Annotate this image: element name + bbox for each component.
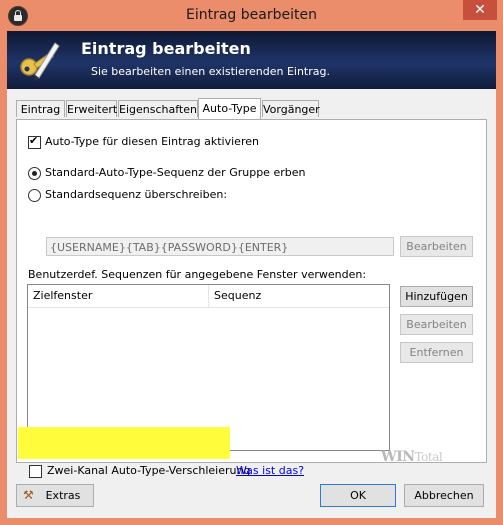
title-bar[interactable]: Eintrag bearbeiten ✕ — [0, 0, 503, 31]
override-sequence-radio[interactable] — [28, 189, 41, 202]
header-banner: Eintrag bearbeiten Sie bearbeiten einen … — [7, 31, 496, 89]
inherit-sequence-label[interactable]: Standard-Auto-Type-Sequenz der Gruppe er… — [45, 166, 305, 179]
inherit-sequence-radio[interactable] — [28, 167, 41, 180]
custom-sequences-label: Benutzerdef. Sequenzen für angegebene Fe… — [28, 268, 367, 281]
dialog-window: Eintrag bearbeiten ✕ Eintrag bearbeiten … — [0, 0, 503, 525]
tab-vorganger[interactable]: Vorgänger — [262, 100, 320, 117]
watermark-part2: Total — [414, 450, 443, 464]
tab-eintrag[interactable]: Eintrag — [16, 100, 65, 117]
override-sequence-label[interactable]: Standardsequenz überschreiben: — [45, 188, 227, 201]
window-title: Eintrag bearbeiten — [186, 7, 317, 23]
add-button[interactable]: Hinzufügen — [400, 286, 473, 307]
obfuscation-label[interactable]: Zwei-Kanal Auto-Type-Verschleierung — [47, 464, 250, 477]
edit-button[interactable]: Bearbeiten — [400, 314, 473, 335]
wintotal-watermark: WINTotal — [381, 449, 443, 465]
enable-autotype-checkbox[interactable]: ✔ — [28, 134, 41, 149]
default-sequence-field[interactable]: {USERNAME}{TAB}{PASSWORD}{ENTER} — [46, 237, 394, 256]
check-icon: ✔ — [29, 134, 39, 147]
key-pen-icon — [20, 42, 60, 81]
tab-eigenschaften[interactable]: Eigenschaften — [118, 100, 198, 117]
window-sequence-list[interactable]: Zielfenster Sequenz — [27, 284, 390, 451]
enable-autotype-label[interactable]: Auto-Type für diesen Eintrag aktivieren — [45, 135, 259, 148]
column-sequenz[interactable]: Sequenz — [209, 285, 389, 307]
cancel-button[interactable]: Abbrechen — [404, 484, 484, 507]
banner-title: Eintrag bearbeiten — [81, 39, 251, 58]
banner-subtitle: Sie bearbeiten einen existierenden Eintr… — [91, 65, 330, 78]
watermark-part1: WIN — [381, 449, 415, 465]
auto-type-panel: ✔ Auto-Type für diesen Eintrag aktiviere… — [16, 119, 487, 478]
close-button[interactable]: ✕ — [463, 0, 497, 20]
extras-button[interactable]: ⚒ Extras — [16, 484, 94, 507]
list-header: Zielfenster Sequenz — [28, 285, 389, 308]
obfuscation-checkbox[interactable] — [29, 465, 42, 478]
column-zielfenster[interactable]: Zielfenster — [28, 285, 208, 307]
help-link[interactable]: Was ist das? — [236, 464, 304, 477]
extras-label: Extras — [45, 489, 81, 502]
remove-button[interactable]: Entfernen — [400, 342, 473, 363]
tools-icon: ⚒ — [23, 488, 34, 502]
edit-sequence-button[interactable]: Bearbeiten — [400, 236, 473, 257]
tab-auto-type[interactable]: Auto-Type — [198, 98, 261, 119]
dialog-client: Eintrag bearbeiten Sie bearbeiten einen … — [7, 31, 496, 518]
tab-erweitert[interactable]: Erweitert — [66, 100, 117, 117]
obfuscation-highlight — [18, 427, 230, 459]
ok-button[interactable]: OK — [320, 484, 396, 507]
